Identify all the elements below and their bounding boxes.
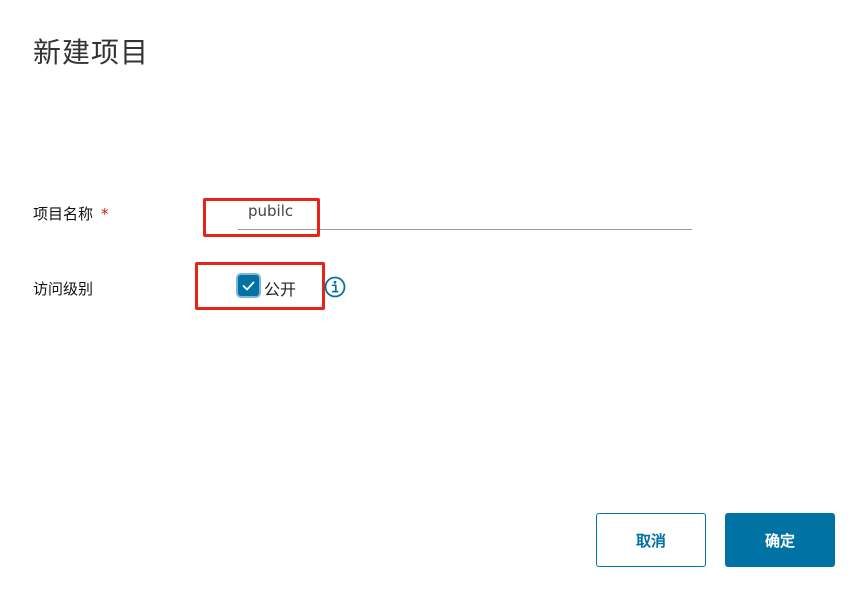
project-name-label: 项目名称 * <box>33 203 109 224</box>
dialog-title: 新建项目 <box>33 36 150 69</box>
annotation-box-access-level <box>195 262 325 310</box>
cancel-button[interactable]: 取消 <box>596 513 706 567</box>
access-level-label: 访问级别 <box>33 280 94 298</box>
confirm-button[interactable]: 确定 <box>725 513 835 567</box>
new-project-dialog: 新建项目 项目名称* 访问级别 公开 取消 确定 <box>0 0 867 595</box>
info-circle-icon[interactable] <box>324 276 346 298</box>
annotation-box-project-name <box>203 198 320 237</box>
required-mark: * <box>101 205 109 223</box>
project-name-label-text: 项目名称 <box>33 205 94 223</box>
